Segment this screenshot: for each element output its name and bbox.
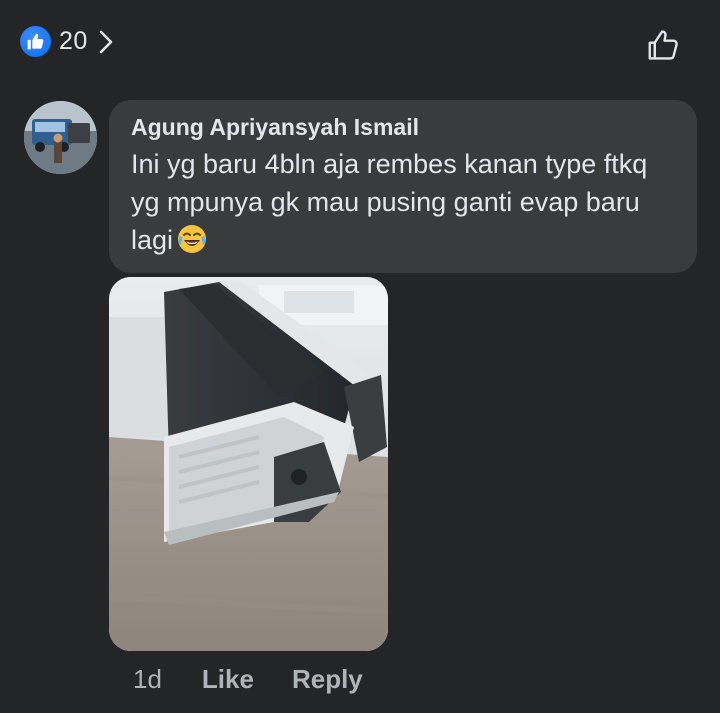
- comment-text: Ini yg baru 4bln aja rembes kanan type f…: [131, 149, 648, 255]
- thumbs-up-outline-icon: [648, 30, 678, 60]
- comment-text-block: Ini yg baru 4bln aja rembes kanan type f…: [131, 145, 675, 259]
- reaction-count: 20: [59, 27, 88, 55]
- comment-actions: 1d Like Reply: [133, 664, 363, 695]
- comment-bubble: Agung Apriyansyah Ismail Ini yg baru 4bl…: [109, 100, 697, 273]
- comment-screen: 20 Agung Apriyansyah Ismail Ini yg baru …: [0, 0, 720, 713]
- reply-comment-button[interactable]: Reply: [292, 664, 363, 695]
- comment-author[interactable]: Agung Apriyansyah Ismail: [131, 114, 419, 141]
- chevron-right-icon: [98, 29, 114, 55]
- comment-timestamp: 1d: [133, 664, 162, 694]
- like-post-button[interactable]: [644, 25, 684, 65]
- comment-photo-attachment[interactable]: [109, 277, 388, 651]
- like-reaction-icon: [20, 26, 51, 57]
- avatar[interactable]: [24, 101, 97, 174]
- laughing-crying-emoji-icon: [177, 224, 207, 254]
- like-comment-button[interactable]: Like: [202, 664, 254, 695]
- reactions-summary[interactable]: 20: [20, 26, 114, 57]
